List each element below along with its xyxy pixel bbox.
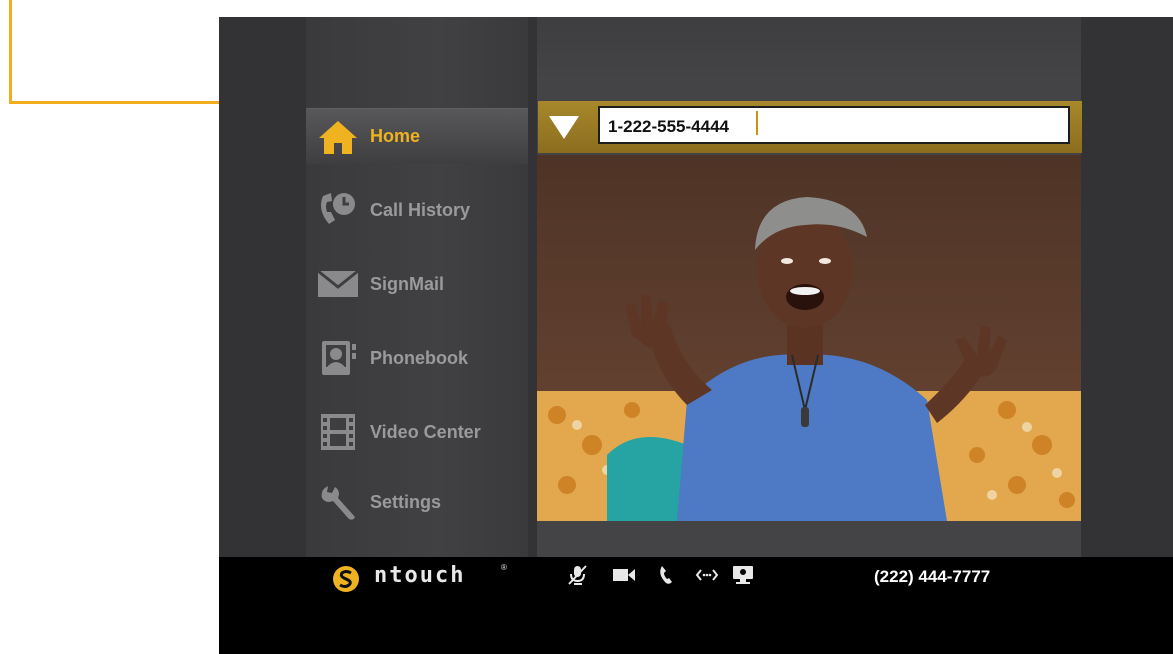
sidebar-item-label: Home bbox=[370, 126, 421, 146]
brand-name: ntouch bbox=[374, 563, 466, 588]
dial-dropdown-toggle[interactable] bbox=[548, 112, 580, 142]
sidebar-item-home[interactable]: Home bbox=[306, 108, 528, 164]
sidebar-item-label: Video Center bbox=[370, 421, 481, 442]
callout-line bbox=[9, 0, 12, 104]
home-icon bbox=[316, 115, 360, 159]
sidebar-item-label: Settings bbox=[370, 491, 442, 512]
brand-registered-mark: ® bbox=[501, 563, 507, 572]
sidebar-item-video-center[interactable]: Video Center bbox=[306, 404, 528, 460]
envelope-icon bbox=[316, 262, 360, 306]
triangle-down-icon bbox=[549, 116, 579, 139]
sidebar-item-call-history[interactable]: Call History bbox=[306, 182, 528, 238]
sidebar-item-label: SignMail bbox=[370, 273, 445, 294]
sidebar-item-signmail[interactable]: SignMail bbox=[306, 256, 528, 312]
sidebar-item-label: Phonebook bbox=[370, 347, 468, 368]
text-caret bbox=[756, 111, 758, 135]
ntouch-logo-icon bbox=[333, 566, 359, 592]
connection-arrows-icon[interactable] bbox=[695, 564, 719, 586]
self-view-video bbox=[537, 155, 1081, 521]
phone-icon[interactable] bbox=[657, 564, 681, 586]
sidebar-item-label: Call History bbox=[370, 199, 471, 220]
bottom-status-bar: ntouch ® (222) 444-7777 bbox=[219, 557, 1173, 654]
own-phone-number: (222) 444-7777 bbox=[874, 567, 991, 586]
display-icon[interactable] bbox=[731, 564, 755, 586]
film-icon bbox=[316, 410, 360, 454]
ntouch-app-window: Home Call History SignMail Phonebook Vid… bbox=[219, 17, 1173, 654]
wrench-icon bbox=[316, 480, 360, 524]
call-history-icon bbox=[316, 188, 360, 232]
dial-number-input[interactable] bbox=[598, 106, 1070, 144]
dial-bar bbox=[538, 101, 1082, 153]
phonebook-icon bbox=[316, 336, 360, 380]
mic-muted-icon[interactable] bbox=[566, 564, 590, 586]
sidebar-item-phonebook[interactable]: Phonebook bbox=[306, 330, 528, 386]
video-camera-icon[interactable] bbox=[612, 564, 636, 586]
sidebar-item-settings[interactable]: Settings bbox=[306, 474, 528, 530]
